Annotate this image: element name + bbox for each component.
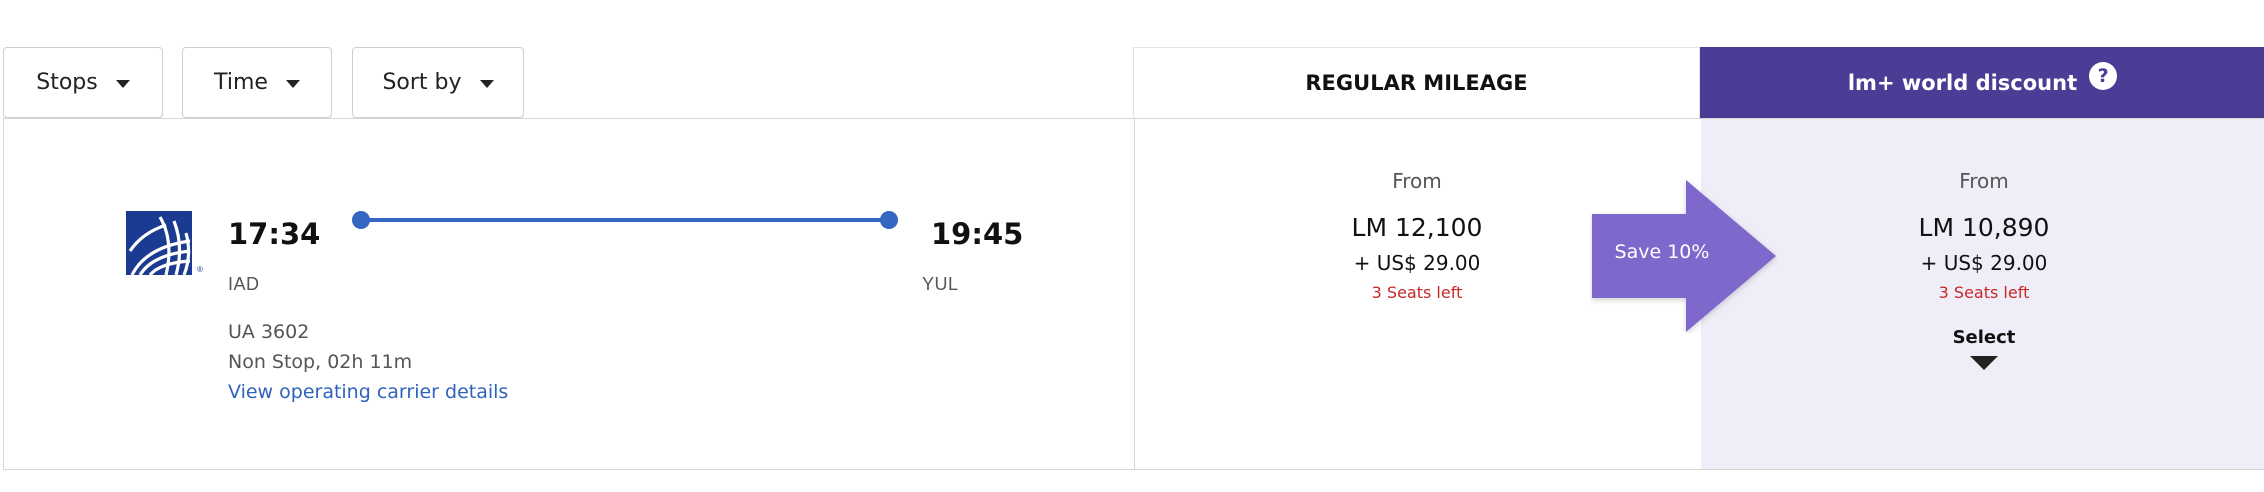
registered-mark-icon: ®: [197, 265, 203, 274]
time-filter-button[interactable]: Time: [182, 47, 332, 118]
discount-seats-left: 3 Seats left: [1938, 283, 2030, 302]
sort-by-label: Sort by: [382, 70, 462, 95]
discount-header: lm+ world discount ?: [1700, 47, 2264, 118]
arrival-time: 19:45: [931, 217, 1024, 251]
departure-airport-code: IAD: [228, 274, 260, 294]
discount-fare-option[interactable]: From LM 10,890 + US$ 29.00 3 Seats left …: [1784, 169, 2184, 370]
stops-filter-label: Stops: [36, 70, 98, 95]
arrival-airport-code: YUL: [922, 274, 959, 294]
regular-seats-left: 3 Seats left: [1371, 283, 1463, 302]
regular-mileage-title: REGULAR MILEAGE: [1305, 71, 1528, 95]
origin-dot-icon: [352, 211, 370, 229]
sort-by-button[interactable]: Sort by: [352, 47, 524, 118]
operating-carrier-link[interactable]: View operating carrier details: [228, 381, 508, 403]
stops-filter-button[interactable]: Stops: [3, 47, 163, 118]
regular-fare-option[interactable]: From LM 12,100 + US$ 29.00 3 Seats left: [1217, 169, 1617, 307]
caret-down-icon[interactable]: [1970, 356, 1998, 370]
regular-from-label: From: [1392, 169, 1442, 193]
discount-mileage-price: LM 10,890: [1918, 213, 2050, 242]
chevron-down-icon: [285, 79, 300, 88]
flight-duration: Non Stop, 02h 11m: [228, 351, 413, 373]
route-line: [361, 218, 889, 222]
flight-number: UA 3602: [228, 321, 310, 343]
discount-from-label: From: [1959, 169, 2009, 193]
time-filter-label: Time: [214, 70, 268, 95]
regular-mileage-price: LM 12,100: [1351, 213, 1483, 242]
flight-result-card: ® 17:34 19:45 IAD YUL UA 3602 Non Stop, …: [3, 118, 2264, 470]
discount-title: lm+ world discount: [1847, 70, 2078, 95]
regular-tax-price: + US$ 29.00: [1353, 251, 1481, 275]
select-button[interactable]: Select: [1784, 327, 2184, 348]
departure-time: 17:34: [228, 217, 321, 251]
discount-tax-price: + US$ 29.00: [1920, 251, 2048, 275]
chevron-down-icon: [479, 79, 494, 88]
column-divider: [1134, 119, 1135, 469]
help-icon[interactable]: ?: [2089, 61, 2118, 90]
save-percentage-label: Save 10%: [1614, 241, 1710, 263]
united-airlines-logo-icon: [126, 211, 192, 275]
chevron-down-icon: [115, 79, 130, 88]
destination-dot-icon: [880, 211, 898, 229]
regular-mileage-header: REGULAR MILEAGE: [1133, 47, 1700, 118]
